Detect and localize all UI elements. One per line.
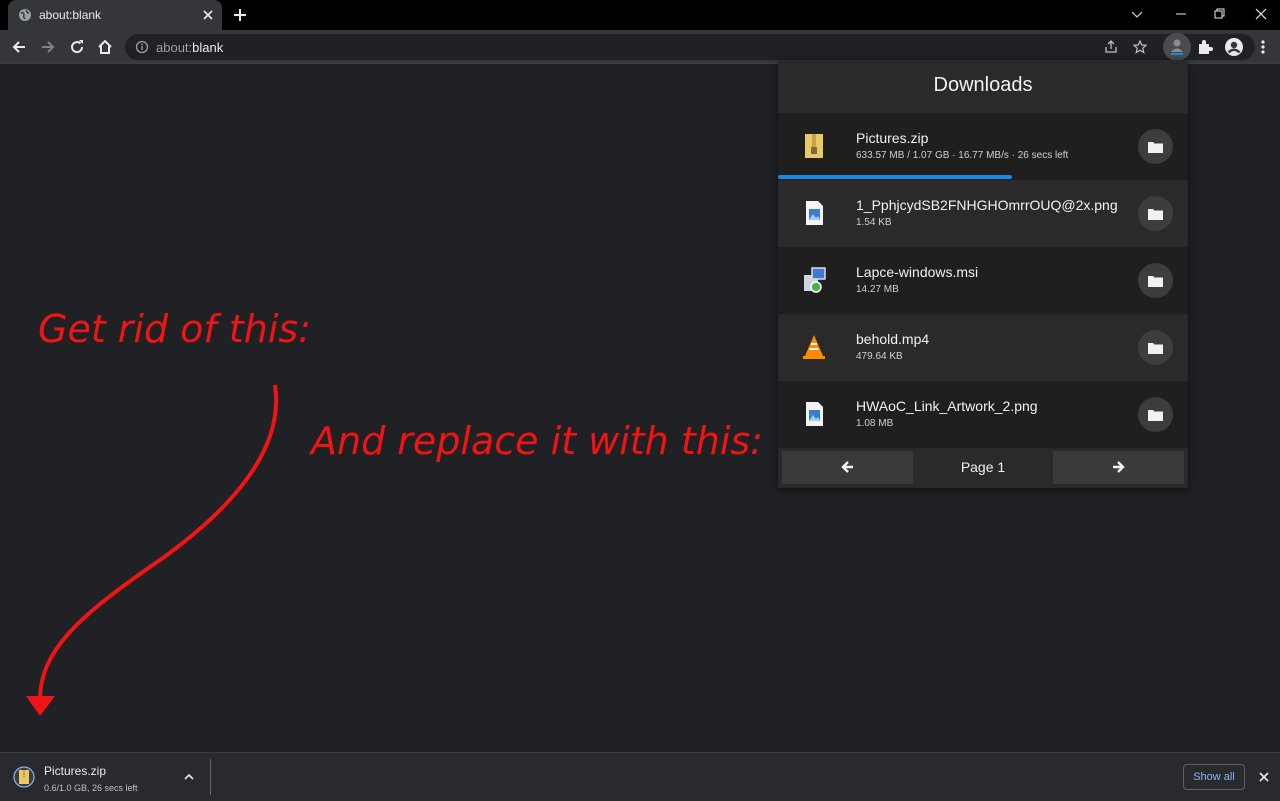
zip-archive-icon <box>13 766 35 788</box>
profile-avatar-icon[interactable] <box>1224 37 1244 57</box>
downloads-extension-icon <box>1171 39 1183 55</box>
download-item[interactable]: behold.mp4 479.64 KB <box>778 314 1188 381</box>
next-page-button[interactable] <box>1053 451 1184 484</box>
arrow-right-icon <box>1113 461 1125 473</box>
downloads-pager: Page 1 <box>778 448 1188 488</box>
zip-archive-icon <box>805 134 823 158</box>
download-status: 14.27 MB <box>856 284 899 295</box>
site-info-icon[interactable] <box>135 40 149 54</box>
shelf-item-status: 0.6/1.0 GB, 26 secs left <box>44 783 138 793</box>
minimize-icon[interactable] <box>1173 6 1189 22</box>
installer-icon <box>804 267 826 293</box>
vlc-cone-icon <box>803 335 825 359</box>
show-all-button[interactable]: Show all <box>1183 764 1245 790</box>
tab-about-blank[interactable]: about:blank <box>8 0 222 30</box>
tab-title: about:blank <box>39 8 102 22</box>
menu-kebab-icon[interactable] <box>1254 38 1272 56</box>
download-status: 1.54 KB <box>856 217 892 228</box>
download-filename: Lapce-windows.msi <box>856 264 979 280</box>
folder-icon <box>1148 142 1163 153</box>
new-tab-icon[interactable] <box>232 7 248 23</box>
image-file-icon <box>806 201 823 225</box>
downloads-panel-title: Downloads <box>933 74 1033 96</box>
share-icon[interactable] <box>1103 39 1119 55</box>
previous-page-button[interactable] <box>782 451 913 484</box>
download-status: 1.08 MB <box>856 418 894 429</box>
url-scheme: about: <box>156 40 193 55</box>
download-item[interactable]: 1_PphjcydSB2FNHGHOmrrOUQ@2x.png 1.54 KB <box>778 180 1188 247</box>
download-progress-bar <box>778 175 1012 179</box>
tab-strip: about:blank <box>0 0 1280 30</box>
download-status: 633.57 MB / 1.07 GB · 16.77 MB/s · 26 se… <box>856 150 1069 161</box>
reload-icon[interactable] <box>68 38 86 56</box>
close-tab-icon[interactable] <box>200 7 216 23</box>
show-in-folder-button[interactable] <box>1138 397 1173 432</box>
download-shelf: Pictures.zip 0.6/1.0 GB, 26 secs left Sh… <box>0 752 1280 801</box>
back-arrow-icon[interactable] <box>10 38 28 56</box>
downloads-panel: Downloads Pictures.zip 633.57 MB / 1.07 … <box>778 60 1188 488</box>
close-shelf-icon[interactable] <box>1258 771 1270 783</box>
tab-search-chevron-icon[interactable] <box>1129 6 1145 22</box>
close-window-icon[interactable] <box>1253 6 1269 22</box>
download-filename: HWAoC_Link_Artwork_2.png <box>856 398 1038 414</box>
download-item[interactable]: HWAoC_Link_Artwork_2.png 1.08 MB <box>778 381 1188 448</box>
home-icon[interactable] <box>96 38 114 56</box>
download-item[interactable]: Pictures.zip 633.57 MB / 1.07 GB · 16.77… <box>778 113 1188 180</box>
chevron-up-icon[interactable] <box>183 771 195 783</box>
url-text: about:blank <box>156 40 223 55</box>
download-filename: behold.mp4 <box>856 331 930 347</box>
folder-icon <box>1148 410 1163 421</box>
show-in-folder-button[interactable] <box>1138 129 1173 164</box>
forward-arrow-icon[interactable] <box>39 38 57 56</box>
url-path: blank <box>192 40 224 55</box>
globe-icon <box>19 9 31 21</box>
folder-icon <box>1148 209 1163 220</box>
arrow-left-icon <box>841 461 853 473</box>
bookmark-star-icon[interactable] <box>1132 39 1148 55</box>
download-filename: Pictures.zip <box>856 130 929 146</box>
show-in-folder-button[interactable] <box>1138 263 1173 298</box>
extensions-puzzle-icon[interactable] <box>1196 38 1214 56</box>
download-status: 479.64 KB <box>856 351 903 362</box>
download-filename: 1_PphjcydSB2FNHGHOmrrOUQ@2x.png <box>856 197 1118 213</box>
shelf-item-name[interactable]: Pictures.zip <box>44 764 106 778</box>
folder-icon <box>1148 343 1163 354</box>
downloads-extension-button[interactable] <box>1163 33 1191 61</box>
address-bar[interactable]: about:blank <box>125 34 1255 60</box>
image-file-icon <box>806 402 823 426</box>
download-item[interactable]: Lapce-windows.msi 14.27 MB <box>778 247 1188 314</box>
folder-icon <box>1148 276 1163 287</box>
show-in-folder-button[interactable] <box>1138 330 1173 365</box>
toolbar: about:blank <box>0 30 1280 63</box>
annotation-replace: And replace it with this: <box>311 419 763 463</box>
show-in-folder-button[interactable] <box>1138 196 1173 231</box>
restore-icon[interactable] <box>1212 6 1228 22</box>
page-indicator: Page 1 <box>960 459 1006 475</box>
shelf-separator <box>210 759 211 795</box>
annotation-get-rid: Get rid of this: <box>38 307 312 351</box>
